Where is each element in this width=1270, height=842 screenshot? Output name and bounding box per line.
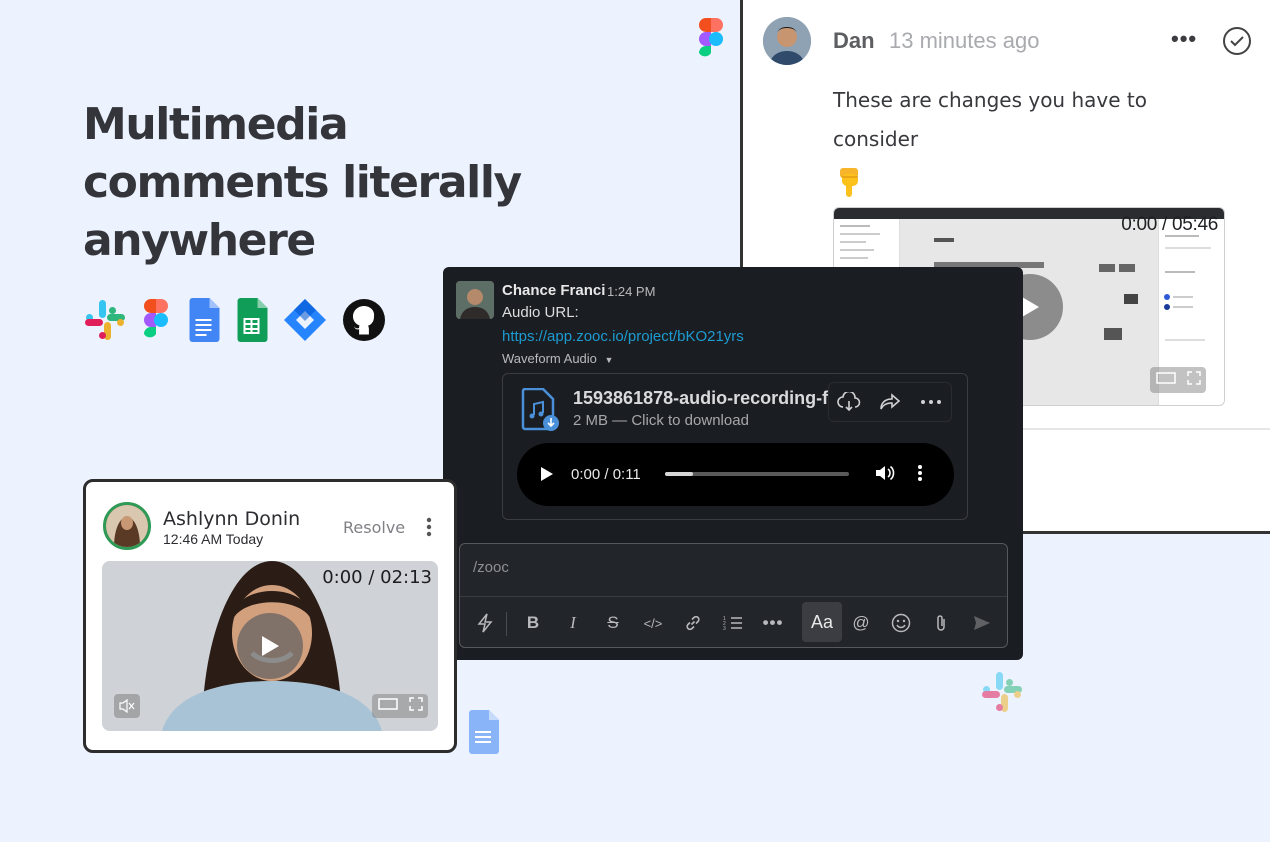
comment-time: 13 minutes ago: [889, 28, 1040, 53]
emoji-icon[interactable]: [884, 606, 918, 640]
svg-text:3: 3: [723, 626, 726, 631]
divider: [460, 596, 1007, 597]
ordered-list-icon[interactable]: 123: [716, 606, 750, 640]
more-options-icon[interactable]: [917, 388, 945, 416]
project-link[interactable]: https://app.zooc.io/project/bKO21yrs: [502, 328, 744, 345]
comment-time: 12:46 AM Today: [163, 531, 264, 547]
format-toggle-button[interactable]: Aa: [802, 602, 842, 642]
share-icon[interactable]: [876, 388, 904, 416]
link-icon[interactable]: [676, 606, 710, 640]
mute-icon[interactable]: [114, 694, 140, 718]
strikethrough-icon[interactable]: S: [596, 606, 630, 640]
audio-progress-bar[interactable]: [665, 472, 849, 476]
file-actions: [828, 382, 952, 422]
figma-icon: [696, 17, 726, 61]
video-player[interactable]: 0:00 / 02:13: [102, 561, 438, 731]
hero-title-line-2: comments literally: [83, 157, 522, 208]
message-time: 1:24 PM: [607, 284, 656, 299]
video-time: 0:00 / 05:46: [1121, 214, 1218, 235]
message-author[interactable]: Chance Franci: [502, 282, 605, 299]
hero-title-line-3: anywhere: [83, 215, 316, 266]
code-icon[interactable]: </>: [636, 606, 670, 640]
avatar: [763, 17, 811, 65]
more-options-icon[interactable]: [424, 516, 434, 538]
ashlynn-comment-card: Ashlynn Donin 12:46 AM Today Resolve 0:0…: [83, 479, 457, 753]
slack-icon: [83, 298, 127, 342]
google-sheets-icon: [235, 298, 268, 342]
composer-text[interactable]: /zooc: [473, 559, 509, 576]
resolve-check-icon[interactable]: [1223, 27, 1251, 55]
point-down-emoji: [837, 166, 861, 198]
shortcuts-lightning-icon[interactable]: [468, 606, 502, 640]
theater-mode-icon[interactable]: [1155, 371, 1176, 389]
send-icon[interactable]: [965, 606, 999, 640]
audio-time: 0:00 / 0:11: [571, 466, 641, 483]
download-icon[interactable]: [835, 388, 863, 416]
player-more-icon[interactable]: [917, 464, 923, 487]
avatar: [456, 281, 494, 319]
message-composer[interactable]: /zooc B I S </> 123 ••• Aa @: [459, 543, 1008, 648]
comment-text-line: consider: [833, 127, 919, 151]
resolve-button[interactable]: Resolve: [343, 518, 405, 537]
file-size: 2 MB — Click to download: [573, 412, 749, 429]
file-name[interactable]: 1593861878-audio-recording-f: [573, 388, 830, 409]
jira-icon: [283, 298, 327, 342]
caret-down-icon: ▼: [604, 355, 614, 365]
github-icon: [342, 298, 386, 342]
play-icon[interactable]: [237, 613, 303, 679]
audio-player: 0:00 / 0:11: [517, 443, 954, 506]
hero-title-line-1: Multimedia: [83, 99, 349, 150]
slack-message-panel: Chance Franci 1:24 PM Audio URL: https:/…: [443, 267, 1023, 660]
bold-icon[interactable]: B: [516, 606, 550, 640]
comment-author: Ashlynn Donin: [163, 508, 301, 530]
video-time: 0:00 / 02:13: [322, 567, 432, 588]
slack-icon: [980, 670, 1024, 714]
volume-icon[interactable]: [875, 464, 895, 487]
toolbar-separator: [506, 612, 507, 636]
video-controls: [372, 694, 428, 718]
more-options-icon[interactable]: •••: [1171, 26, 1197, 52]
audio-attachment: 1593861878-audio-recording-f 2 MB — Clic…: [502, 373, 968, 520]
hero-title: Multimedia comments literally anywhere: [83, 96, 643, 270]
google-docs-icon: [187, 298, 220, 342]
theater-mode-icon[interactable]: [377, 697, 398, 715]
formatting-toolbar: B I S </> 123 ••• Aa @: [460, 598, 1007, 647]
play-icon[interactable]: [540, 466, 554, 487]
fullscreen-icon[interactable]: [1186, 370, 1201, 390]
comment-author: Dan: [833, 28, 875, 53]
comment-text: These are changes you have to consider: [833, 81, 1233, 159]
italic-icon[interactable]: I: [556, 606, 590, 640]
avatar: [103, 502, 151, 550]
video-controls: [1150, 367, 1206, 393]
fullscreen-icon[interactable]: [408, 696, 423, 716]
mention-icon[interactable]: @: [844, 606, 878, 640]
attachment-icon[interactable]: [924, 606, 958, 640]
comment-text-line: These are changes you have to: [833, 88, 1147, 112]
figma-icon: [139, 298, 173, 342]
attachment-label: Waveform Audio: [502, 351, 597, 366]
attachment-toggle[interactable]: Waveform Audio ▼: [502, 351, 613, 366]
audio-file-icon: [521, 387, 561, 432]
google-docs-icon: [467, 710, 499, 754]
audio-progress-fill: [665, 472, 693, 476]
message-label: Audio URL:: [502, 304, 579, 321]
more-formatting-icon[interactable]: •••: [756, 606, 790, 640]
